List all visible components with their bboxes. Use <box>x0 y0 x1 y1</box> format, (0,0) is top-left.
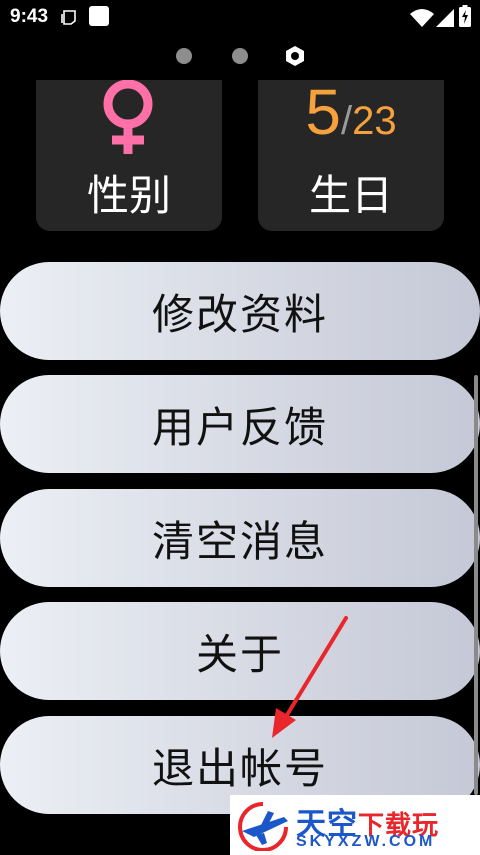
page-indicator <box>0 46 480 66</box>
birthday-separator: / <box>340 99 353 143</box>
signal-icon <box>436 9 454 27</box>
wifi-icon <box>410 9 434 27</box>
app-notification-icon <box>89 6 109 26</box>
page-dot[interactable] <box>232 48 248 64</box>
female-symbol-icon <box>103 80 153 154</box>
clear-messages-button[interactable]: 清空消息 <box>0 489 480 587</box>
birthday-label: 生日 <box>308 171 393 220</box>
watermark-subtitle: SKYXZW.COM <box>296 833 436 850</box>
page-dot[interactable] <box>176 48 192 64</box>
birthday-card[interactable]: 5/23 生日 <box>258 80 444 231</box>
user-feedback-button[interactable]: 用户反馈 <box>0 375 480 473</box>
scrollbar[interactable] <box>474 375 478 795</box>
birthday-day: 23 <box>352 99 397 143</box>
gender-label: 性别 <box>86 171 171 220</box>
about-button[interactable]: 关于 <box>0 602 480 700</box>
status-bar: 9:43 <box>0 0 480 34</box>
annotation-arrow-icon <box>272 616 348 738</box>
airplane-logo-icon <box>238 802 288 851</box>
page-dot-active-icon[interactable] <box>284 45 306 67</box>
watermark: 天空下载玩 SKYXZW.COM <box>230 795 480 855</box>
notification-icon <box>61 10 76 25</box>
battery-icon <box>459 5 471 27</box>
edit-profile-button[interactable]: 修改资料 <box>0 262 480 360</box>
birthday-month: 5 <box>305 76 341 148</box>
birthday-value: 5/23 <box>258 80 444 144</box>
gender-card[interactable]: 性别 <box>36 80 222 231</box>
status-time: 9:43 <box>10 6 49 27</box>
